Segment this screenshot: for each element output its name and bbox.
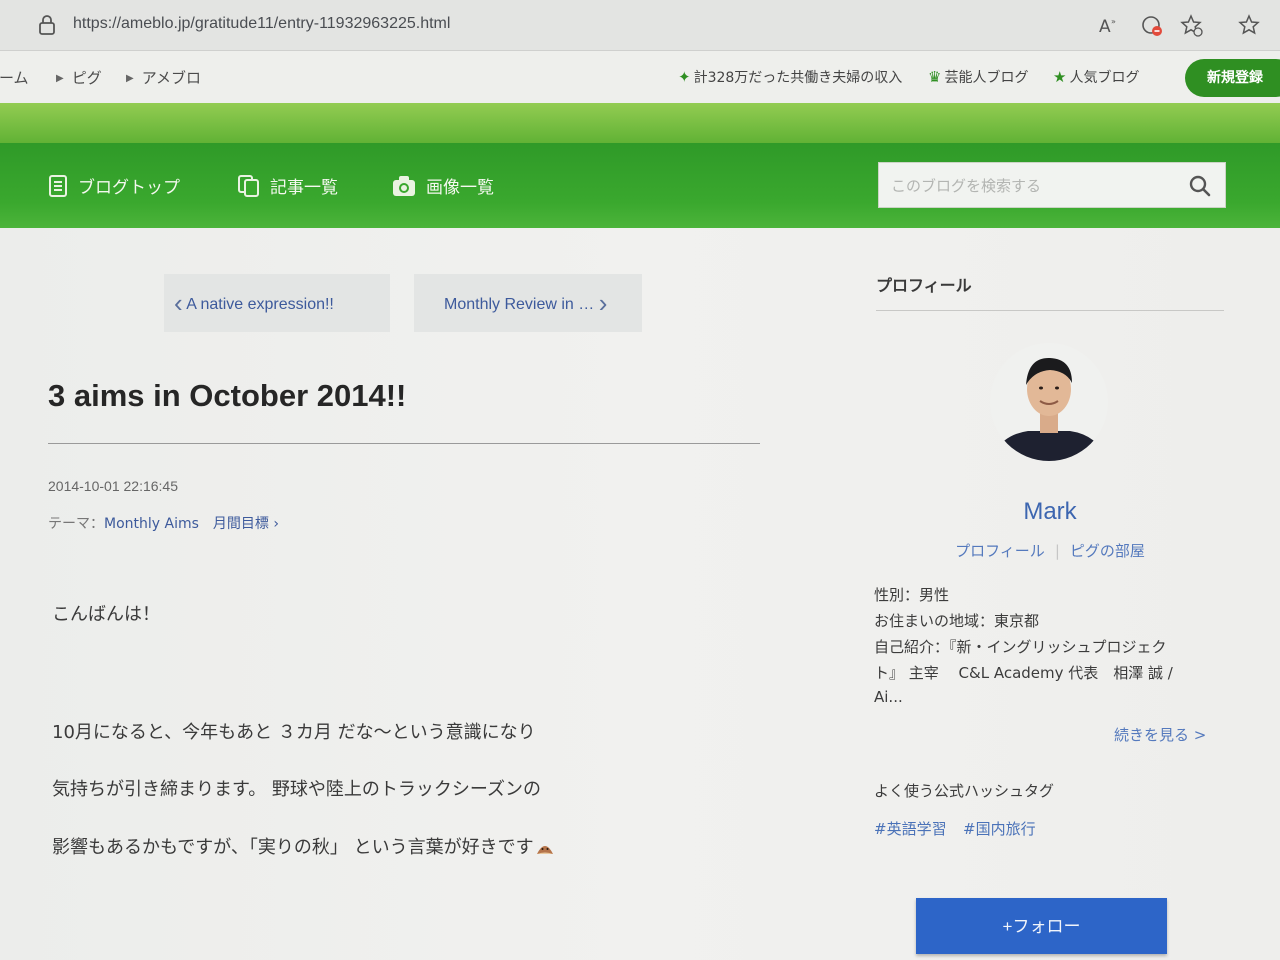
next-article-link[interactable]: Monthly Review in … › bbox=[414, 274, 642, 332]
nav-pigg-label: ピグ bbox=[71, 69, 102, 87]
post-theme: テーマ：Monthly Aims 月間目標 › bbox=[48, 513, 279, 533]
profile-location: お住まいの地域：東京都 bbox=[874, 612, 1040, 630]
profile-gender: 性別：男性 bbox=[874, 586, 950, 604]
main-content: ‹ A native expression!! Monthly Review i… bbox=[0, 228, 1280, 960]
ameba-top-nav: ホーム ▶ピグ ▶アメブロ ✦計328万だった共働き夫婦の収入 ♛芸能人ブログ … bbox=[0, 51, 1280, 103]
favorite-add-icon[interactable] bbox=[1180, 14, 1204, 38]
address-url[interactable]: https://ameblo.jp/gratitude11/entry-1193… bbox=[73, 15, 450, 33]
profile-photo bbox=[990, 343, 1108, 461]
favorites-icon[interactable] bbox=[1238, 14, 1262, 38]
header-banner bbox=[0, 103, 1280, 143]
signup-button[interactable]: 新規登録 bbox=[1185, 59, 1280, 97]
lock-icon bbox=[39, 15, 55, 35]
body-paragraph: 10月になると、今年もあと ３カ月 だな～という意識になり bbox=[52, 722, 536, 743]
theme-value: Monthly Aims 月間目標 bbox=[104, 516, 269, 532]
nav-article-list-label: 記事一覧 bbox=[270, 178, 338, 198]
prev-article-label: A native expression!! bbox=[186, 296, 334, 313]
profile-heading: プロフィール bbox=[876, 276, 972, 295]
avatar[interactable] bbox=[990, 343, 1108, 461]
promo-income-label: 計328万だった共働き夫婦の収入 bbox=[693, 70, 903, 86]
profile-intro: Ai... bbox=[874, 688, 903, 706]
crown-icon: ♛ bbox=[928, 68, 942, 86]
promo-popular-link[interactable]: ★ 人気ブログ bbox=[1053, 67, 1139, 87]
post-title: 3 aims in October 2014!! bbox=[48, 378, 407, 413]
theme-link[interactable]: Monthly Aims 月間目標 › bbox=[104, 516, 279, 532]
sparkle-icon: ✦ bbox=[678, 68, 691, 86]
hashtag-link[interactable]: #国内旅行 bbox=[963, 818, 1036, 839]
profile-intro: ト』 主宰 C&L Academy 代表 相澤 誠 / bbox=[874, 664, 1173, 682]
hashtag-link[interactable]: #英語学習 bbox=[874, 818, 947, 839]
prev-article-link[interactable]: ‹ A native expression!! bbox=[164, 274, 390, 332]
profile-links: プロフィール | ピグの部屋 bbox=[876, 540, 1224, 561]
next-article-label: Monthly Review in … bbox=[444, 296, 595, 313]
profile-name[interactable]: Mark bbox=[876, 498, 1224, 526]
chestnut-emoji-icon bbox=[536, 846, 553, 854]
copy-pages-icon bbox=[238, 175, 259, 197]
promo-celebrity-label: 芸能人ブログ bbox=[944, 70, 1029, 86]
search-icon[interactable] bbox=[1189, 175, 1211, 197]
profile-divider bbox=[876, 310, 1224, 311]
nav-ameblo-link[interactable]: ▶ アメブロ bbox=[126, 67, 201, 88]
blog-nav-bar: ブログトップ 記事一覧 画像一覧 bbox=[0, 143, 1280, 228]
read-aloud-icon[interactable]: A » bbox=[1097, 14, 1121, 38]
nav-blog-top-label: ブログトップ bbox=[78, 178, 180, 198]
promo-popular-label: 人気ブログ bbox=[1069, 70, 1140, 86]
pigg-room-link[interactable]: ピグの部屋 bbox=[1070, 542, 1145, 560]
promo-celebrity-link[interactable]: ♛ 芸能人ブログ bbox=[928, 67, 1028, 87]
hashtag-heading: よく使う公式ハッシュタグ bbox=[874, 782, 1055, 800]
read-more-link[interactable]: 続きを見る > bbox=[1114, 724, 1206, 745]
theme-label: テーマ： bbox=[48, 516, 104, 532]
nav-article-list[interactable]: 記事一覧 bbox=[238, 173, 338, 198]
profile-intro: 自己紹介：『新・イングリッシュプロジェク bbox=[874, 638, 1167, 656]
follow-button[interactable]: +フォロー bbox=[916, 898, 1167, 954]
chevron-right-icon: › bbox=[598, 288, 608, 318]
profile-link[interactable]: プロフィール bbox=[955, 542, 1045, 560]
nav-home-label: ホーム bbox=[0, 69, 29, 87]
document-icon bbox=[49, 175, 67, 197]
nav-blog-top[interactable]: ブログトップ bbox=[48, 173, 180, 198]
browser-address-bar: https://ameblo.jp/gratitude11/entry-1193… bbox=[0, 0, 1280, 51]
triangle-icon: ▶ bbox=[56, 73, 64, 84]
blog-search bbox=[878, 162, 1226, 209]
body-paragraph: こんばんは！ bbox=[52, 604, 160, 625]
body-paragraph: 影響もあるかもですが、「実りの秋」 という言葉が好きです bbox=[52, 833, 555, 859]
nav-image-list-label: 画像一覧 bbox=[426, 178, 494, 198]
triangle-icon: ▶ bbox=[126, 73, 134, 84]
svg-text:A: A bbox=[1099, 17, 1111, 37]
body-text: 影響もあるかもですが、「実りの秋」 という言葉が好きです bbox=[52, 837, 534, 858]
tracking-prevention-icon[interactable] bbox=[1140, 14, 1164, 38]
post-date: 2014-10-01 22:16:45 bbox=[48, 478, 178, 494]
divider: | bbox=[1054, 542, 1060, 560]
body-paragraph: 気持ちが引き締まります。 野球や陸上のトラックシーズンの bbox=[52, 779, 542, 800]
svg-text:»: » bbox=[1111, 17, 1116, 26]
blog-search-input[interactable] bbox=[879, 163, 1193, 209]
nav-pigg-link[interactable]: ▶ ピグ bbox=[56, 67, 102, 88]
chevron-left-icon: ‹ bbox=[174, 288, 183, 318]
chevron-right-icon: › bbox=[273, 516, 279, 532]
title-divider bbox=[48, 443, 760, 444]
star-icon: ★ bbox=[1053, 68, 1067, 86]
nav-home-link[interactable]: ホーム bbox=[0, 67, 29, 88]
nav-ameblo-label: アメブロ bbox=[141, 69, 201, 87]
nav-image-list[interactable]: 画像一覧 bbox=[392, 173, 494, 198]
promo-income-link[interactable]: ✦ 計328万だった共働き夫婦の収入 bbox=[678, 67, 902, 87]
camera-icon bbox=[393, 176, 415, 196]
